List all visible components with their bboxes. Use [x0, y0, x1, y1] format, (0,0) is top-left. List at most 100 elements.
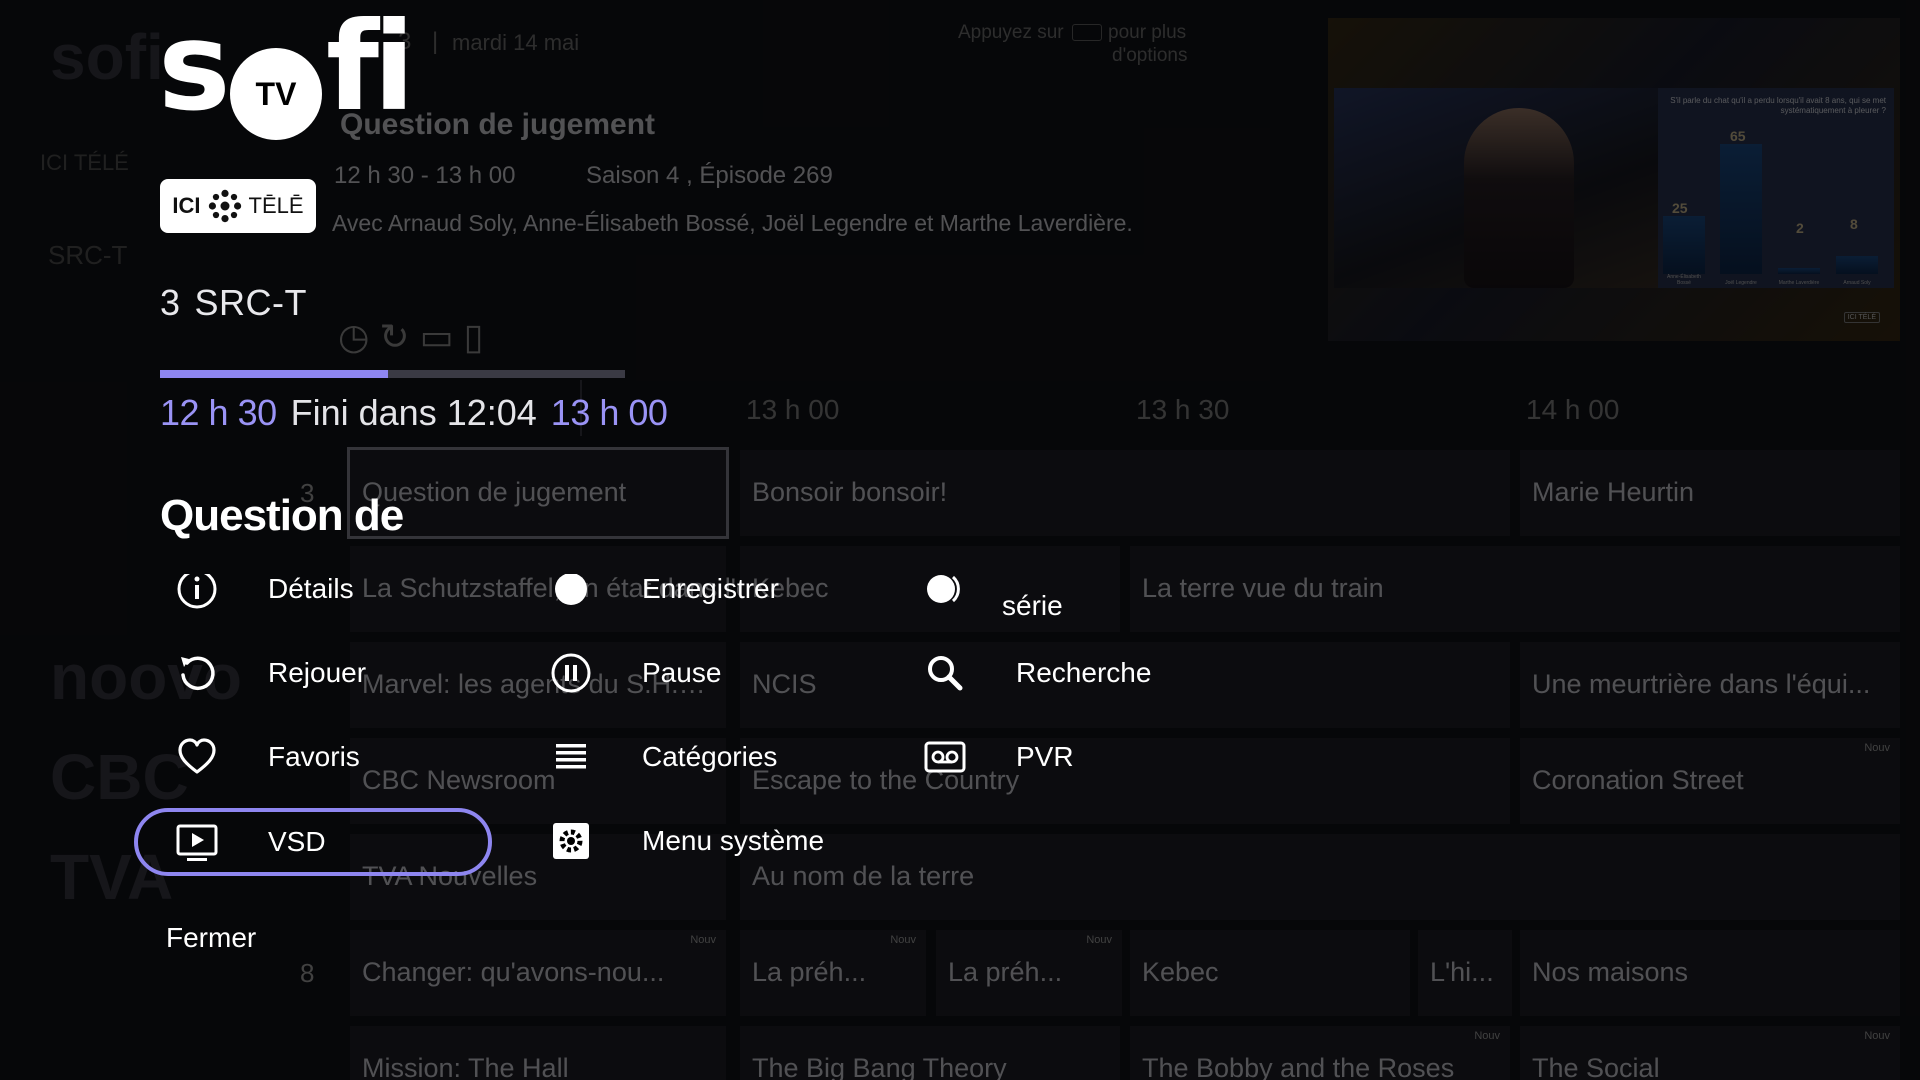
menu-item-label: Favoris: [268, 741, 360, 772]
poll-name: Anne-Élisabeth Bossé: [1667, 274, 1701, 286]
poll-name: Joël Legendre: [1725, 280, 1757, 286]
new-badge: Nouv: [1864, 1030, 1890, 1042]
close-button[interactable]: Fermer: [166, 922, 256, 954]
new-badge: Nouv: [890, 934, 916, 946]
vod-icon: [174, 819, 220, 865]
channel-name: 3 SRC-T: [160, 282, 307, 324]
guide-cell[interactable]: The Big Bang Theory: [740, 1026, 1120, 1080]
new-badge: Nouv: [1864, 742, 1890, 754]
guide-cell[interactable]: Coronation Street Nouv: [1520, 738, 1900, 824]
guide-cell-title: La préh...: [752, 957, 867, 987]
preview-studio: [1334, 88, 1664, 288]
menu-item-categories[interactable]: Catégories: [548, 728, 777, 786]
guide-cell[interactable]: Escape to the Country: [740, 738, 1510, 824]
pvr-icon: [922, 734, 968, 780]
guide-cell[interactable]: Nos maisons: [1520, 930, 1900, 1016]
guide-cell-title: Au nom de la terre: [752, 861, 975, 891]
logo-letter-s: s: [158, 0, 231, 138]
bg-info-time: 12 h 30 - 13 h 00: [334, 162, 516, 189]
guide-cell[interactable]: Mission: The Hall: [350, 1026, 726, 1080]
sofi-tv-logo: s TV fi: [158, 6, 415, 140]
bg-info-episode: Saison 4 , Épisode 269: [586, 162, 833, 189]
program-progress-bar: [160, 370, 625, 378]
guide-cell[interactable]: The Social Nouv: [1520, 1026, 1900, 1080]
bg-info-cast: Avec Arnaud Soly, Anne-Élisabeth Bossé, …: [332, 210, 1133, 236]
menu-item-replay[interactable]: Rejouer: [174, 644, 366, 702]
guide-cell-title: Question de jugement: [362, 477, 627, 507]
channel-call-sign: SRC-T: [194, 282, 308, 323]
menu-item-search[interactable]: Recherche: [922, 644, 1151, 702]
guide-cell[interactable]: The Bobby and the Roses Nouv: [1130, 1026, 1510, 1080]
menu-item-label: Rejouer: [268, 657, 367, 688]
poll-value: 65: [1730, 128, 1746, 144]
menu-item-record[interactable]: Enregistrer: [548, 574, 779, 618]
program-start-time: 12 h 30: [160, 392, 277, 433]
record-icon: [548, 574, 594, 612]
new-badge: Nouv: [690, 934, 716, 946]
search-icon: [922, 650, 968, 696]
bg-hint-post-1: pour plus: [1108, 22, 1187, 43]
guide-cell[interactable]: Kebec: [1130, 930, 1410, 1016]
radio-canada-gem-icon: [208, 189, 241, 223]
guide-cell-title: La préh...: [948, 957, 1063, 987]
menu-item-series-label: série: [1002, 590, 1063, 621]
menu-item-label: Détails: [268, 574, 354, 604]
guide-cell-title: Une meurtrière dans l'équi...: [1532, 669, 1871, 699]
menu-item-label: Pause: [642, 657, 722, 688]
menu-item-details[interactable]: Détails: [174, 574, 354, 618]
bg-row-num: 8: [300, 958, 315, 988]
preview-question: S'il parle du chat qu'il a perdu lorsqu'…: [1670, 96, 1886, 115]
guide-cell[interactable]: La préh... Nouv: [740, 930, 926, 1016]
poll-name: Arnaud Soly: [1843, 280, 1871, 286]
menu-item-pause[interactable]: Pause: [548, 644, 721, 702]
guide-cell-title: Bonsoir bonsoir!: [752, 477, 948, 507]
logo-tv-text: TV: [255, 75, 297, 112]
menu-item-vod[interactable]: VSD: [134, 808, 492, 876]
guide-cell[interactable]: Au nom de la terre: [740, 834, 1900, 920]
replay-icon: [174, 650, 220, 696]
channel-logo-ici: ICI: [172, 193, 201, 218]
guide-cell[interactable]: Marie Heurtin: [1520, 450, 1900, 536]
bg-control-icons: ◷ ↻ ▭ ▯: [338, 316, 484, 357]
guide-cell[interactable]: La terre vue du train: [1130, 546, 1900, 632]
poll-bar: [1663, 216, 1705, 274]
bg-hint-pre: Appuyez sur: [958, 22, 1064, 43]
poll-bar: [1720, 144, 1762, 274]
preview-poll-panel: S'il parle du chat qu'il a perdu lorsqu'…: [1658, 88, 1894, 288]
guide-cell[interactable]: Changer: qu'avons-nou... Nouv: [350, 930, 726, 1016]
guide-cell-title: Nos maisons: [1532, 957, 1689, 987]
bg-logo: sofi: [50, 21, 164, 93]
menu-item-favorites[interactable]: Favoris: [174, 728, 360, 786]
guide-cell-title: Escape to the Country: [752, 765, 1020, 795]
program-title: Question de: [160, 491, 404, 540]
logo-tv-circle: TV: [230, 48, 322, 140]
menu-item-label: VSD: [268, 826, 326, 857]
guide-cell[interactable]: Une meurtrière dans l'équi...: [1520, 642, 1900, 728]
record-series-icon: [922, 574, 968, 612]
program-end-time: 13 h 00: [550, 392, 668, 433]
list-icon: [548, 734, 594, 780]
poll-bar: [1778, 268, 1820, 274]
menu-item-system-menu[interactable]: Menu système: [548, 812, 824, 870]
channel-logo-badge: ICI TĒLĒ: [160, 179, 316, 233]
bg-logo: ICI TÉLÉ: [40, 150, 129, 175]
menu-item-label: Catégories: [642, 741, 778, 772]
gear-icon: [548, 818, 594, 864]
menu-item-pvr[interactable]: PVR: [922, 728, 1074, 786]
guide-cell-title: L'hi...: [1430, 957, 1494, 987]
guide-cell[interactable]: L'hi...: [1418, 930, 1512, 1016]
menu-item-label: PVR: [1016, 741, 1074, 772]
guide-cell[interactable]: Bonsoir bonsoir!: [740, 450, 1510, 536]
guide-cell-title: The Bobby and the Roses: [1142, 1053, 1455, 1080]
poll-name: Marthe Laverdière: [1778, 280, 1820, 286]
guide-cell[interactable]: La préh... Nouv: [936, 930, 1122, 1016]
pause-icon: [548, 650, 594, 696]
menu-item-label: Menu système: [642, 825, 825, 856]
guide-cell[interactable]: Question de jugement: [347, 447, 729, 539]
bg-time-label: 13 h 30: [1136, 394, 1230, 425]
poll-value: 2: [1796, 220, 1804, 236]
program-remaining: Fini dans 12:04: [290, 392, 537, 433]
preview-channel-bug: ICI TÉLÉ: [1843, 312, 1880, 323]
guide-cell-title: The Social: [1532, 1053, 1660, 1080]
new-badge: Nouv: [1474, 1030, 1500, 1042]
